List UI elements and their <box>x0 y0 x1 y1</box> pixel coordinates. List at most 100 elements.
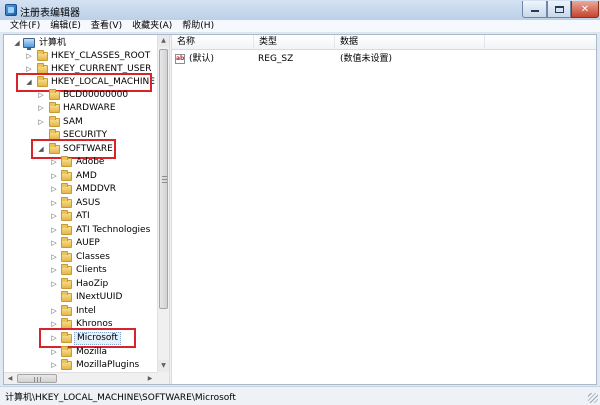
tree-item-label: ATI Technologies <box>76 225 151 235</box>
highlight-box-microsoft <box>39 328 136 348</box>
tree-item-label: ATI <box>76 211 90 221</box>
expander-icon[interactable]: ▷ <box>50 170 58 183</box>
expander-icon[interactable]: ▷ <box>37 89 45 102</box>
tree-item-label: AMD <box>76 171 97 181</box>
value-name: (默认) <box>189 54 215 64</box>
expander-icon[interactable]: ▷ <box>37 116 45 129</box>
grip-line <box>162 179 167 180</box>
folder-icon <box>61 291 72 302</box>
folder-icon <box>37 50 48 61</box>
hscroll-thumb[interactable] <box>17 374 57 383</box>
tree-item-label: Classes <box>76 252 110 262</box>
computer-icon <box>23 38 35 50</box>
tree-item-label: AMDDVR <box>76 184 117 194</box>
registry-tree: ◢ 计算机 ▷ HKEY_CLASSES_ROOT ▷ HKEY_CURRENT… <box>4 35 169 384</box>
resize-grip-icon[interactable] <box>588 393 598 403</box>
folder-icon <box>61 305 72 316</box>
expander-icon[interactable]: ▷ <box>50 197 58 210</box>
grip-line <box>162 176 167 177</box>
expander-icon[interactable]: ▷ <box>37 102 45 115</box>
tree-item-label: HARDWARE <box>63 103 116 113</box>
grip-line <box>162 182 167 183</box>
tree-item-label: Clients <box>76 265 107 275</box>
tree-item-label: BCD00000000 <box>63 90 129 100</box>
expander-icon[interactable]: ▷ <box>50 264 58 277</box>
scroll-thumb[interactable] <box>159 49 168 309</box>
arrow-left-icon: ◀ <box>7 375 13 382</box>
grip-line <box>34 377 35 382</box>
scrollbar-corner <box>157 372 169 384</box>
tree-item-label: SAM <box>63 117 83 127</box>
folder-icon <box>61 197 72 208</box>
folder-icon <box>61 251 72 262</box>
maximize-button[interactable] <box>547 1 571 18</box>
menu-view[interactable]: 查看(V) <box>86 20 127 32</box>
folder-icon <box>61 224 72 235</box>
expander-icon[interactable]: ▷ <box>50 156 58 169</box>
tree-item-label: INextUUID <box>76 292 123 302</box>
tree-item-label: MozillaPlugins <box>76 360 140 370</box>
tree-item-label: Intel <box>76 306 96 316</box>
values-list: 名称 类型 数据 ab (默认) REG_SZ (数值未设置) <box>172 35 596 384</box>
folder-icon <box>61 237 72 248</box>
expander-icon[interactable]: ▷ <box>50 183 58 196</box>
expander-icon[interactable]: ▷ <box>50 251 58 264</box>
tree-item-label: Mozilla <box>76 347 108 357</box>
tree-item-label: AUEP <box>76 238 100 248</box>
minimize-button[interactable] <box>522 1 547 18</box>
list-item[interactable]: ab (默认) REG_SZ (数值未设置) <box>172 52 596 66</box>
folder-icon <box>61 264 72 275</box>
column-header-type[interactable]: 类型 <box>254 35 335 50</box>
menu-help[interactable]: 帮助(H) <box>177 20 219 32</box>
folder-icon <box>49 116 60 127</box>
tree-item-label: HaoZip <box>76 279 109 289</box>
tree-horizontal-scrollbar[interactable]: ◀ ▶ <box>4 372 157 384</box>
arrow-up-icon: ▲ <box>161 37 166 44</box>
expander-icon[interactable]: ▷ <box>50 346 58 359</box>
tree-vertical-scrollbar[interactable]: ▲ ▼ <box>157 35 169 372</box>
folder-icon <box>61 278 72 289</box>
title-bar[interactable]: 注册表编辑器 ✕ <box>0 0 600 20</box>
grip-line <box>37 377 38 382</box>
folder-icon <box>49 102 60 113</box>
status-bar: 计算机\HKEY_LOCAL_MACHINE\SOFTWARE\Microsof… <box>0 386 600 405</box>
scroll-left-button[interactable]: ◀ <box>4 373 16 384</box>
close-button[interactable]: ✕ <box>571 1 599 18</box>
expander-icon[interactable]: ▷ <box>50 237 58 250</box>
folder-icon <box>61 346 72 357</box>
folder-icon <box>61 210 72 221</box>
scroll-down-button[interactable]: ▼ <box>158 360 169 372</box>
grip-line <box>40 377 41 382</box>
expander-icon[interactable]: ▷ <box>50 359 58 372</box>
maximize-icon <box>554 5 564 13</box>
expander-icon[interactable]: ▷ <box>25 50 33 63</box>
tree-item-label: HKEY_CLASSES_ROOT <box>51 51 151 61</box>
window-title: 注册表编辑器 <box>20 8 80 19</box>
expander-icon[interactable]: ▷ <box>50 224 58 237</box>
expander-icon[interactable]: ▷ <box>50 278 58 291</box>
tree-item-label: ASUS <box>76 198 101 208</box>
string-value-icon: ab <box>175 54 185 64</box>
scroll-right-button[interactable]: ▶ <box>144 373 156 384</box>
list-header: 名称 类型 数据 <box>172 35 596 50</box>
expander-icon[interactable]: ▷ <box>50 305 58 318</box>
scroll-up-button[interactable]: ▲ <box>158 35 169 47</box>
expander-icon[interactable]: ◢ <box>13 37 21 50</box>
expander-icon[interactable]: ▷ <box>50 210 58 223</box>
menu-file[interactable]: 文件(F) <box>0 20 45 32</box>
main-area: ◢ 计算机 ▷ HKEY_CLASSES_ROOT ▷ HKEY_CURRENT… <box>3 34 597 385</box>
arrow-down-icon: ▼ <box>161 362 166 369</box>
column-header-name[interactable]: 名称 <box>172 35 254 50</box>
tree-item-label: Adobe <box>76 157 105 167</box>
value-type: REG_SZ <box>258 54 294 64</box>
close-icon: ✕ <box>580 3 590 15</box>
tree-item-label: 计算机 <box>39 38 67 48</box>
column-header-data[interactable]: 数据 <box>335 35 485 50</box>
folder-icon <box>49 89 60 100</box>
value-data: (数值未设置) <box>340 54 393 64</box>
folder-icon <box>61 183 72 194</box>
folder-icon <box>61 170 72 181</box>
folder-icon <box>61 359 72 370</box>
menu-favorites[interactable]: 收藏夹(A) <box>127 20 177 32</box>
menu-edit[interactable]: 编辑(E) <box>45 20 86 32</box>
